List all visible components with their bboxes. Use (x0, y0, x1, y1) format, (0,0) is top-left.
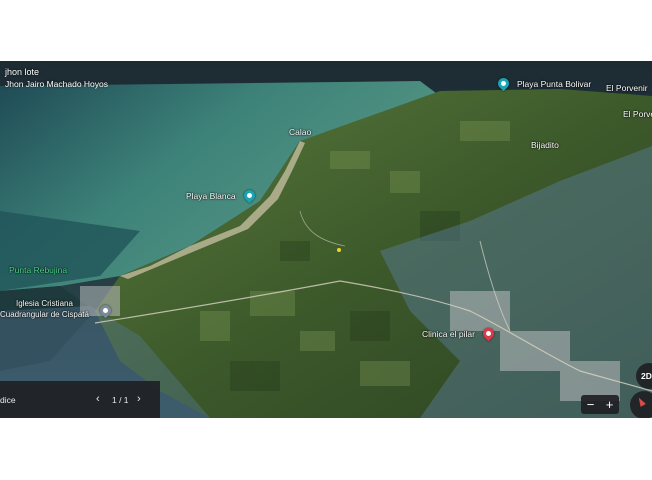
chevron-left-icon[interactable]: ‹ (96, 393, 100, 405)
feature-count: 1 / 1 (112, 395, 129, 405)
label-iglesia-line2[interactable]: Cuadrangular de Cispatá (0, 310, 89, 320)
label-clinica[interactable]: Clinica el pilar (422, 329, 475, 339)
label-punta-rebujina[interactable]: Punta Rebujina (9, 265, 67, 275)
map-viewer[interactable]: jhon lote Jhon Jairo Machado Hoyos Playa… (0, 61, 652, 418)
zoom-control: − + (581, 395, 619, 414)
feature-navigator: dice ‹ 1 / 1 › (0, 381, 160, 418)
placemark-icon[interactable] (337, 248, 341, 252)
label-calao[interactable]: Calao (289, 127, 311, 137)
map-title-block: jhon lote Jhon Jairo Machado Hoyos (5, 66, 108, 90)
label-el-porvenir-1[interactable]: El Porvenir (606, 83, 648, 93)
map-title: jhon lote (5, 67, 40, 77)
label-iglesia-line1[interactable]: Iglesia Cristiana (16, 299, 73, 309)
label-el-porvenir-2[interactable]: El Porvenir (623, 109, 652, 119)
zoom-in-button[interactable]: + (606, 395, 614, 414)
label-bijadito[interactable]: Bijadito (531, 140, 559, 150)
label-playa-blanca[interactable]: Playa Blanca (186, 191, 236, 201)
satellite-terrain (0, 61, 652, 418)
zoom-out-button[interactable]: − (587, 395, 595, 414)
chevron-right-icon[interactable]: › (137, 393, 141, 405)
navigator-label: dice (0, 395, 16, 405)
compass-icon[interactable] (630, 391, 652, 418)
map-subtitle: Jhon Jairo Machado Hoyos (5, 79, 109, 89)
label-playa-punta-bolivar[interactable]: Playa Punta Bolivar (517, 79, 591, 89)
